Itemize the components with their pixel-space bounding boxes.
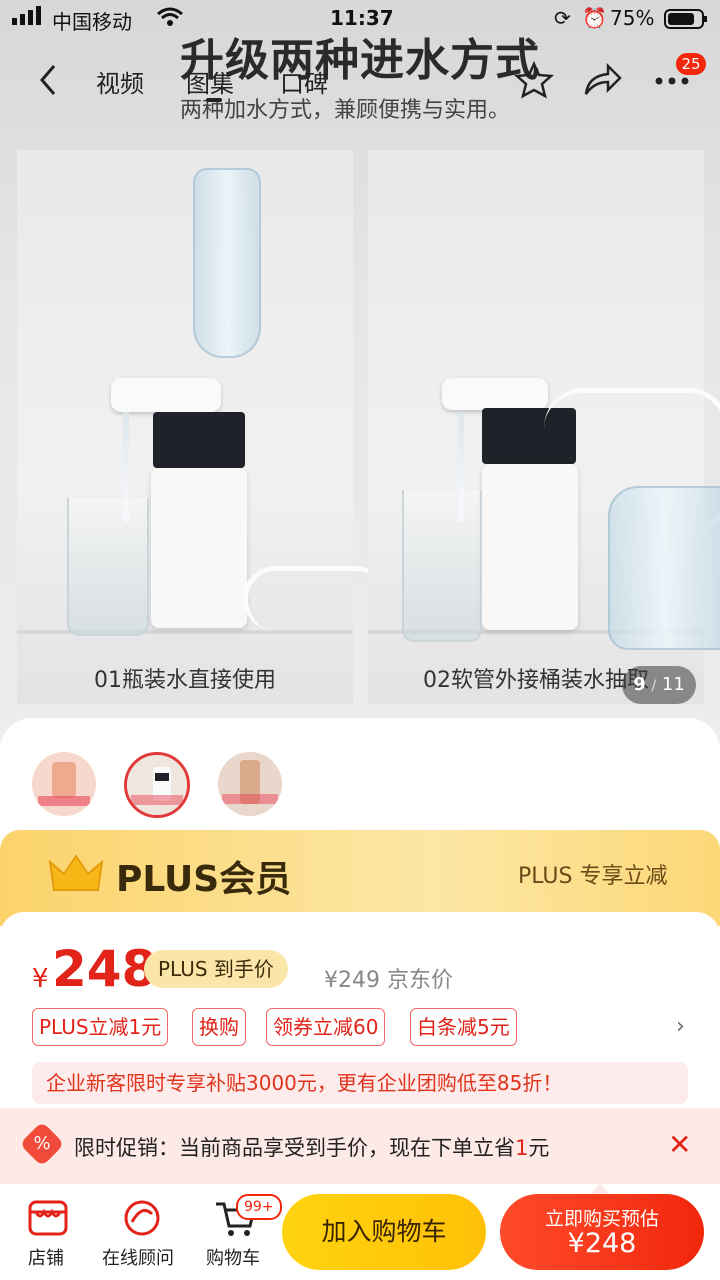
cart-label[interactable]: 购物车 [206, 1244, 260, 1270]
store-label[interactable]: 店铺 [28, 1244, 64, 1270]
wifi-icon [156, 6, 184, 33]
active-tab-indicator [206, 98, 222, 102]
dispenser-head [442, 378, 548, 410]
chevron-right-icon[interactable]: › [676, 1014, 685, 1039]
left-product-panel: 01瓶装水直接使用 [17, 150, 388, 704]
variant-thumb-1[interactable] [32, 752, 96, 816]
plus-exclusive-label: PLUS 专享立减 [518, 864, 668, 889]
crown-icon [46, 852, 106, 898]
image-counter: 9 / 11 [622, 666, 696, 704]
buy-now-label: 立即购买预估 [544, 1208, 659, 1230]
message-badge: 25 [676, 53, 706, 75]
right-product-panel: 02软管外接桶装水抽取 [368, 150, 720, 704]
drinking-glass [402, 490, 482, 642]
coupon-baitiao[interactable]: 白条减5元 [410, 1008, 517, 1046]
battery-icon [664, 9, 708, 33]
flash-sale-amount: 1 [515, 1136, 529, 1160]
signal-icon [12, 6, 48, 31]
store-icon[interactable] [26, 1198, 70, 1238]
discount-icon: % [33, 1133, 51, 1154]
close-icon[interactable]: ✕ [668, 1128, 691, 1161]
battery-percent: 75% [610, 6, 655, 30]
image-counter-total: 11 [661, 674, 685, 695]
flash-sale-suffix: 元 [528, 1136, 550, 1160]
buy-now-price: ¥248 [567, 1228, 637, 1259]
dispenser-panel [153, 412, 245, 468]
tab-video[interactable]: 视频 [96, 64, 144, 99]
product-image-gallery[interactable]: 升级两种进水方式 两种加水方式，兼顾便携与实用。 01瓶装水直接使用 02软管外… [0, 0, 720, 740]
alarm-icon: ⏰ [582, 6, 607, 30]
price-value: 248 [52, 940, 157, 998]
enterprise-promo-banner[interactable]: 企业新客限时专享补贴3000元，更有企业团购低至85折！ [32, 1062, 688, 1104]
drinking-glass [67, 498, 149, 636]
hero-title: 升级两种进水方式 [180, 35, 540, 86]
service-icon[interactable] [120, 1198, 164, 1238]
variant-thumb-3[interactable] [218, 752, 282, 816]
power-cable [243, 566, 388, 631]
flash-sale-text: 限时促销：当前商品享受到手价，现在下单立省1元 [74, 1132, 549, 1162]
tab-gallery[interactable]: 图集 [186, 64, 234, 99]
price-currency: ¥ [32, 964, 49, 994]
variant-thumb-2[interactable] [124, 752, 190, 818]
coupon-exchange[interactable]: 换购 [192, 1008, 246, 1046]
buy-now-button[interactable]: 立即购买预估 ¥248 [500, 1194, 704, 1270]
coupon-plus[interactable]: PLUS立减1元 [32, 1008, 169, 1046]
service-label[interactable]: 在线顾问 [102, 1244, 174, 1270]
carrier-name: 中国移动 [52, 10, 132, 34]
dispenser-head [111, 378, 221, 412]
coupon-discount[interactable]: 领券立减60 [266, 1008, 386, 1046]
left-caption: 01瓶装水直接使用 [94, 668, 276, 693]
dispenser-body [151, 468, 247, 628]
flash-sale-prefix: 限时促销：当前商品享受到手价，现在下单立省 [74, 1136, 515, 1160]
rotation-lock-icon: ⟳ [554, 6, 571, 30]
jd-price: ¥249 京东价 [324, 968, 453, 993]
cart-count-badge: 99+ [236, 1194, 282, 1220]
clock: 11:37 [330, 6, 394, 30]
back-icon[interactable] [32, 62, 68, 98]
tab-reviews[interactable]: 口碑 [280, 64, 328, 99]
water-bottle [193, 168, 261, 358]
image-counter-current: 9 [633, 674, 646, 695]
plus-price-tag: PLUS 到手价 [144, 950, 288, 988]
water-bucket [608, 486, 720, 650]
add-to-cart-button[interactable]: 加入购物车 [282, 1194, 486, 1270]
plus-member-title: PLUS会员 [116, 859, 292, 900]
